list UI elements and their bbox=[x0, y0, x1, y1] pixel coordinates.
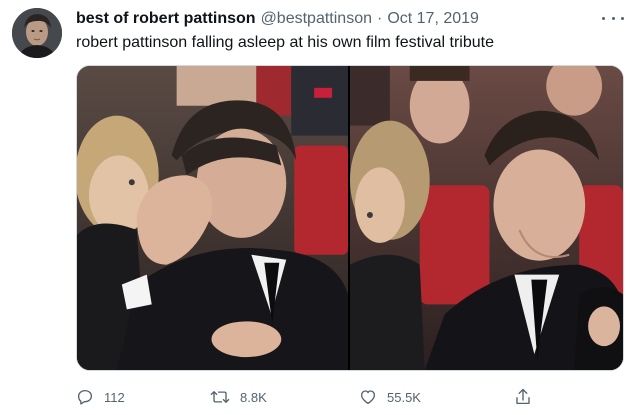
avatar[interactable] bbox=[12, 8, 62, 58]
like-count: 55.5K bbox=[387, 389, 421, 405]
reply-button[interactable]: 112 bbox=[76, 385, 125, 409]
photo-right[interactable] bbox=[350, 66, 623, 370]
share-icon bbox=[516, 388, 530, 405]
display-name[interactable]: best of robert pattinson bbox=[76, 8, 256, 30]
tweet-text: robert pattinson falling asleep at his o… bbox=[76, 34, 494, 51]
retweet-icon bbox=[210, 391, 230, 403]
separator-dot: · bbox=[376, 10, 383, 27]
photo-left-image bbox=[77, 66, 348, 370]
photo-left[interactable] bbox=[77, 66, 348, 370]
reply-count: 112 bbox=[104, 389, 125, 405]
retweet-button[interactable]: 8.8K bbox=[210, 385, 267, 409]
tweet-date[interactable]: Oct 17, 2019 bbox=[387, 8, 479, 30]
more-horizontal-icon[interactable] bbox=[602, 9, 624, 27]
share-button[interactable] bbox=[514, 385, 532, 409]
tweet-actions: 112 8.8K 55.5K bbox=[76, 385, 624, 409]
media-grid bbox=[76, 65, 624, 371]
like-button[interactable]: 55.5K bbox=[359, 385, 421, 409]
user-handle[interactable]: @bestpattinson bbox=[261, 8, 372, 30]
tweet-card[interactable]: best of robert pattinson @bestpattinson … bbox=[0, 0, 640, 415]
reply-icon bbox=[77, 389, 93, 405]
heart-icon bbox=[360, 390, 376, 405]
avatar-photo bbox=[12, 8, 62, 58]
tweet-header: best of robert pattinson @bestpattinson … bbox=[76, 8, 479, 30]
retweet-count: 8.8K bbox=[240, 389, 267, 405]
photo-right-image bbox=[350, 66, 623, 370]
